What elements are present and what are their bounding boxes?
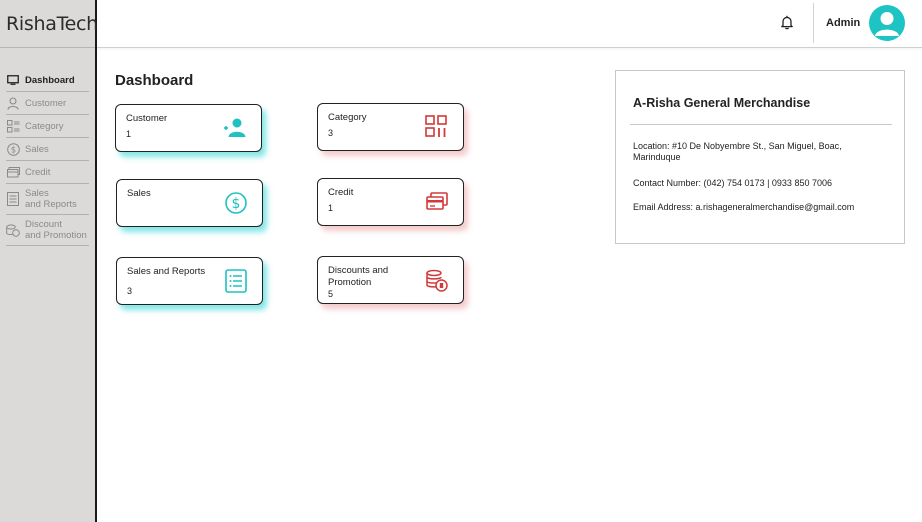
credit-card-icon — [6, 165, 20, 179]
sidebar-item-discount-promotion[interactable]: Discount and Promotion — [6, 215, 89, 246]
sidebar: RishaTech Dashboard Customer Category $ … — [0, 0, 98, 522]
sidebar-item-label: Sales and Reports — [25, 188, 77, 210]
card-sales-reports[interactable]: Sales and Reports 3 — [116, 257, 263, 305]
sidebar-item-credit[interactable]: Credit — [6, 161, 89, 184]
dollar-icon: $ — [6, 142, 20, 156]
sidebar-item-label: Customer — [25, 97, 67, 109]
sidebar-item-sales-reports[interactable]: Sales and Reports — [6, 184, 89, 215]
sidebar-item-label: Discount and Promotion — [25, 219, 87, 241]
card-sales[interactable]: Sales $ — [116, 179, 263, 227]
sidebar-item-label: Credit — [25, 166, 51, 178]
brand-logo: RishaTech — [0, 0, 98, 48]
store-location: Location: #10 De Nobyembre St., San Migu… — [633, 141, 842, 162]
card-label: Customer — [126, 113, 168, 124]
admin-label[interactable]: Admin — [826, 17, 860, 29]
credit-cards-icon — [425, 190, 449, 214]
card-value: 5 — [328, 289, 334, 299]
dollar-circle-icon: $ — [224, 191, 248, 215]
sidebar-item-dashboard[interactable]: Dashboard — [6, 69, 89, 92]
sidebar-nav: Dashboard Customer Category $ Sales Cred… — [0, 69, 95, 246]
sidebar-item-customer[interactable]: Customer — [6, 92, 89, 115]
card-credit[interactable]: Credit 1 — [317, 178, 464, 226]
card-label: Sales and Reports — [127, 266, 206, 277]
category-grid-icon — [425, 115, 449, 139]
header-divider — [813, 3, 814, 43]
card-label: Category — [328, 112, 367, 123]
list-report-icon — [224, 269, 248, 293]
user-avatar-icon[interactable] — [869, 5, 905, 41]
card-discounts-promotion[interactable]: Discounts and Promotion 5 — [317, 256, 464, 304]
card-category[interactable]: Category 3 — [317, 103, 464, 151]
sidebar-item-label: Sales — [25, 143, 49, 155]
card-value: 3 — [328, 128, 334, 138]
add-user-icon — [223, 116, 247, 140]
discount-icon — [6, 223, 20, 237]
bell-icon[interactable] — [780, 15, 796, 31]
card-value: 1 — [126, 129, 132, 139]
store-contact: Contact Number: (042) 754 0173 | 0933 85… — [633, 178, 832, 188]
sidebar-item-sales[interactable]: $ Sales — [6, 138, 89, 161]
coins-discount-icon — [425, 269, 449, 293]
store-email: Email Address: a.rishageneralmerchandise… — [633, 202, 855, 212]
sidebar-item-label: Dashboard — [25, 74, 75, 86]
sidebar-item-category[interactable]: Category — [6, 115, 89, 138]
store-info-panel: A-Risha General Merchandise Location: #1… — [615, 70, 905, 244]
page-title: Dashboard — [115, 72, 194, 89]
card-label: Credit — [328, 187, 354, 198]
category-icon — [6, 119, 20, 133]
sidebar-item-label: Category — [25, 120, 64, 132]
svg-text:$: $ — [232, 196, 241, 212]
user-icon — [6, 96, 20, 110]
svg-text:$: $ — [10, 145, 15, 155]
store-name: A-Risha General Merchandise — [633, 96, 811, 110]
top-bar: Admin — [97, 0, 922, 48]
card-label: Sales — [127, 188, 151, 199]
card-customer[interactable]: Customer 1 — [115, 104, 262, 152]
card-value: 3 — [127, 286, 133, 296]
divider — [630, 124, 892, 125]
card-value: 1 — [328, 203, 334, 213]
monitor-icon — [6, 73, 20, 87]
report-icon — [6, 192, 20, 206]
card-label: Discounts and Promotion — [328, 265, 389, 288]
